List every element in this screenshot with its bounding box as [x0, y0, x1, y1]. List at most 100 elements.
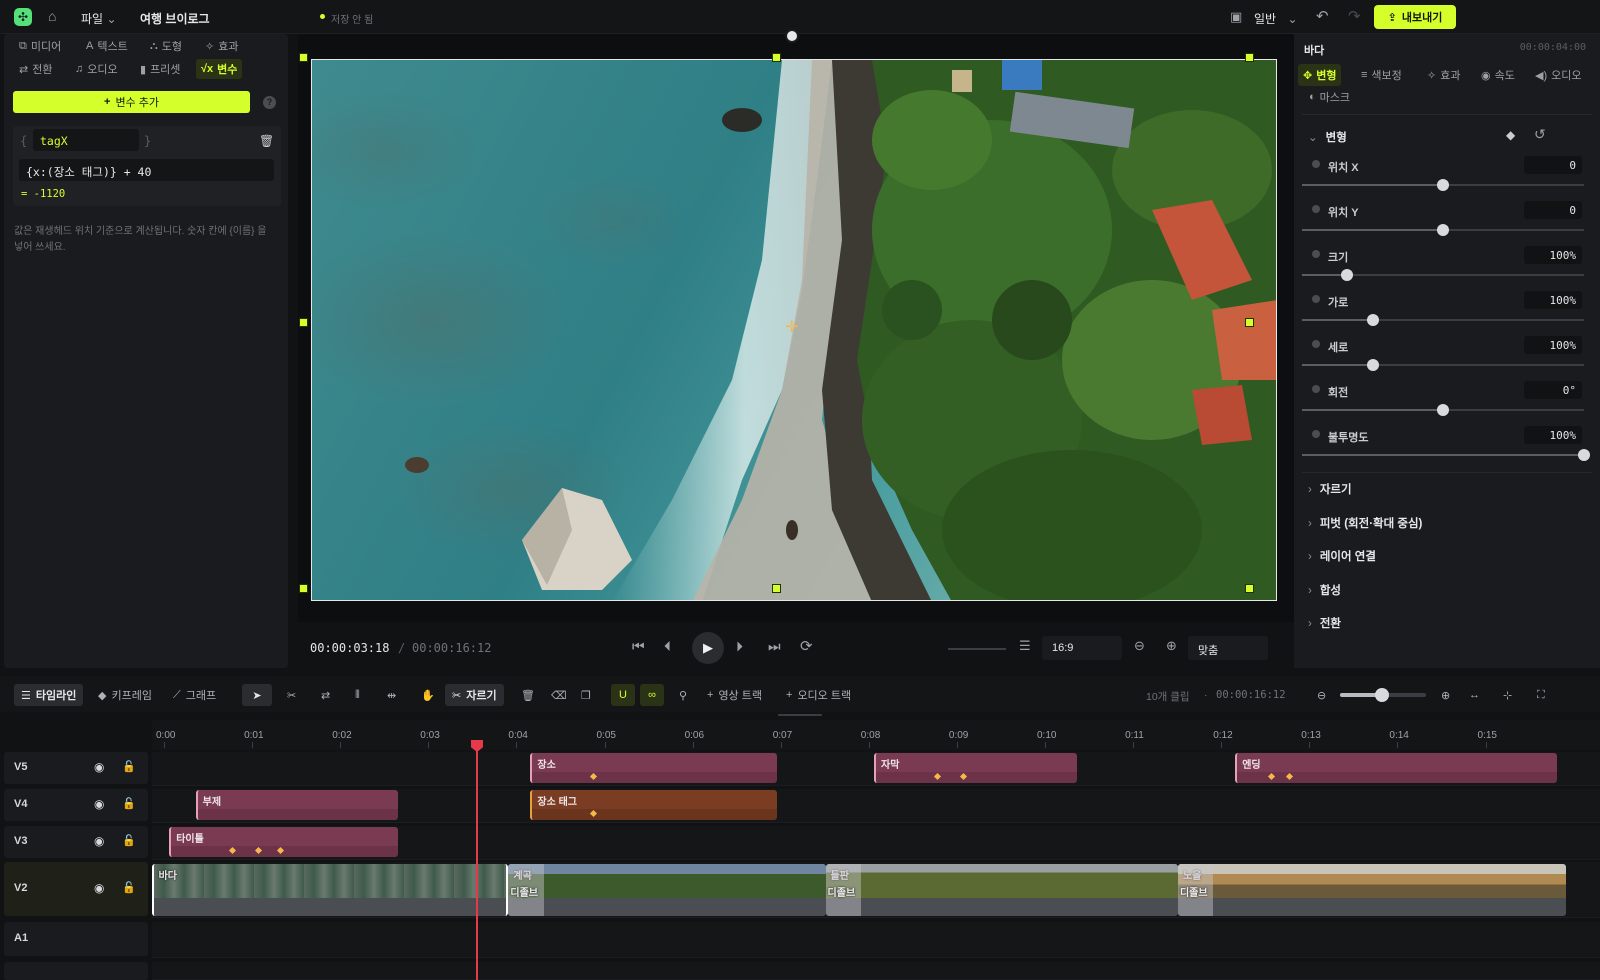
video-clip[interactable]: 노을 디졸브: [1177, 864, 1566, 916]
skip-start-icon[interactable]: ⏮: [632, 638, 645, 655]
tab-audio[interactable]: ◀) 오디오: [1530, 65, 1587, 85]
property-slider[interactable]: [1302, 224, 1584, 236]
resize-handle[interactable]: [772, 53, 781, 62]
scissors-icon[interactable]: ✂: [280, 684, 303, 706]
resize-handle[interactable]: [1245, 318, 1254, 327]
step-back-icon[interactable]: ⏴: [664, 638, 671, 655]
time-ruler[interactable]: 0:00 0:01 0:02 0:03 0:04 0:05 0:06 0:07 0:08 0:09…: [152, 720, 1600, 750]
home-icon[interactable]: ⌂: [48, 8, 56, 24]
erase-icon[interactable]: ⌫: [544, 684, 574, 706]
keyframe-dot-icon[interactable]: [1312, 385, 1320, 393]
tab-graph[interactable]: ⟋ 그래프: [166, 684, 223, 706]
property-slider[interactable]: [1302, 359, 1584, 371]
variable-expression-input[interactable]: {x:(장소 태그)} + 40: [19, 159, 274, 181]
play-button[interactable]: ▶: [692, 632, 724, 664]
quality-select[interactable]: 일반 ⌄: [1254, 10, 1298, 27]
text-clip[interactable]: 타이틀: [169, 827, 399, 857]
video-clip[interactable]: 계곡 디졸브: [508, 864, 826, 916]
app-logo-icon[interactable]: ✣: [14, 8, 32, 26]
anchor-point-icon[interactable]: ✛: [785, 320, 798, 336]
property-value-input[interactable]: 100%: [1524, 291, 1582, 309]
zoom-fit-select[interactable]: 맞춤: [1188, 636, 1268, 660]
marker-icon[interactable]: ⚲: [672, 684, 694, 706]
track-header[interactable]: V2 ◉ 🔓: [4, 862, 148, 916]
keyframe-dot-icon[interactable]: [1312, 160, 1320, 168]
tab-shapes[interactable]: ⛬ 도형: [145, 36, 187, 56]
resize-grip[interactable]: [778, 714, 822, 716]
keyframe-dot-icon[interactable]: [1312, 205, 1320, 213]
eye-icon[interactable]: ◉: [94, 760, 104, 774]
tab-timeline[interactable]: ☰ 타임라인: [14, 684, 84, 706]
tab-effects[interactable]: ✧ 효과: [200, 36, 243, 56]
property-slider[interactable]: [1302, 269, 1584, 281]
track-header[interactable]: V3 ◉ 🔓: [4, 826, 148, 858]
tab-presets[interactable]: ▮ 프리셋: [135, 59, 185, 79]
dissolve-transition[interactable]: 디졸브: [1177, 864, 1214, 916]
step-forward-icon[interactable]: ⏵: [736, 638, 743, 655]
text-clip[interactable]: 장소: [530, 753, 778, 783]
slider-knob[interactable]: [1437, 179, 1449, 191]
unlock-icon[interactable]: 🔓: [122, 760, 136, 773]
select-tool-icon[interactable]: ➤: [242, 684, 272, 706]
collapsed-section[interactable]: › 레이어 연결: [1308, 548, 1376, 564]
tab-media[interactable]: ⧉ 미디어: [14, 36, 66, 56]
split-icon[interactable]: ⦀: [348, 684, 367, 706]
text-clip[interactable]: 부제: [195, 790, 399, 820]
property-slider[interactable]: [1302, 314, 1584, 326]
project-name[interactable]: 여행 브이로그: [140, 10, 210, 27]
volume-slider[interactable]: [948, 648, 1006, 650]
collapsed-section[interactable]: › 전환: [1308, 615, 1341, 631]
zoom-in-icon[interactable]: ⊕: [1166, 638, 1177, 654]
zoom-in-icon[interactable]: ⊕: [1434, 684, 1457, 706]
timeline-zoom-slider[interactable]: [1340, 688, 1426, 702]
fullscreen-icon[interactable]: ⛶: [1530, 684, 1552, 706]
property-slider[interactable]: [1302, 449, 1590, 461]
property-value-input[interactable]: 100%: [1524, 426, 1582, 444]
tab-effects[interactable]: ✧ 효과: [1422, 65, 1465, 85]
keyframe-icon[interactable]: ◆: [1506, 128, 1515, 142]
hand-icon[interactable]: ✋: [414, 684, 442, 706]
ripple-icon[interactable]: ⇹: [380, 684, 403, 706]
unlock-icon[interactable]: 🔓: [122, 834, 136, 847]
property-value-input[interactable]: 100%: [1524, 336, 1582, 354]
video-clip[interactable]: 바다: [151, 864, 509, 916]
fit-width-icon[interactable]: ↔: [1462, 684, 1487, 706]
track-header[interactable]: V5 ◉ 🔓: [4, 752, 148, 784]
text-clip[interactable]: 장소 태그: [530, 790, 778, 820]
collapsed-section[interactable]: › 자르기: [1308, 481, 1352, 497]
redo-icon[interactable]: ↷: [1348, 7, 1361, 25]
slider-knob[interactable]: [1437, 404, 1449, 416]
eye-icon[interactable]: ◉: [94, 881, 104, 895]
unlock-icon[interactable]: 🔓: [122, 797, 136, 810]
export-button[interactable]: ⇪ 내보내기: [1374, 5, 1456, 29]
add-audio-track-button[interactable]: + 오디오 트랙: [779, 684, 858, 706]
playhead[interactable]: [476, 742, 478, 980]
slider-knob[interactable]: [1366, 314, 1379, 326]
transform-section-header[interactable]: ⌄ 변형: [1308, 129, 1347, 145]
link-icon[interactable]: ∞: [640, 684, 664, 706]
track-header[interactable]: A1: [4, 922, 148, 956]
track-header[interactable]: V4 ◉ 🔓: [4, 789, 148, 821]
resize-handle[interactable]: [299, 53, 308, 62]
delete-icon[interactable]: 🗑: [514, 684, 542, 706]
slider-knob[interactable]: [1341, 269, 1354, 281]
trash-icon[interactable]: 🗑: [259, 134, 274, 148]
cut-button[interactable]: ✂ 자르기: [445, 684, 504, 706]
property-slider[interactable]: [1302, 404, 1584, 416]
collapsed-section[interactable]: › 피벗 (회전·확대 중심): [1308, 515, 1422, 531]
keyframe-dot-icon[interactable]: [1312, 430, 1320, 438]
add-variable-button[interactable]: + 변수 추가: [13, 91, 250, 113]
unlock-icon[interactable]: 🔓: [122, 881, 136, 894]
video-clip[interactable]: 들판 디졸브: [825, 864, 1178, 916]
tab-audio[interactable]: ♫ 오디오: [70, 59, 123, 79]
tab-variables[interactable]: √x 변수: [196, 59, 243, 79]
eye-icon[interactable]: ◉: [94, 834, 104, 848]
property-value-input[interactable]: 100%: [1524, 246, 1582, 264]
text-clip[interactable]: 자막: [874, 753, 1077, 783]
skip-end-icon[interactable]: ⏭: [768, 638, 781, 655]
slider-knob[interactable]: [1437, 224, 1449, 236]
rotate-handle-icon[interactable]: [785, 29, 799, 43]
text-clip[interactable]: 엔딩: [1235, 753, 1557, 783]
add-video-track-button[interactable]: + 영상 트랙: [700, 684, 769, 706]
zoom-out-icon[interactable]: ⊖: [1310, 684, 1333, 706]
